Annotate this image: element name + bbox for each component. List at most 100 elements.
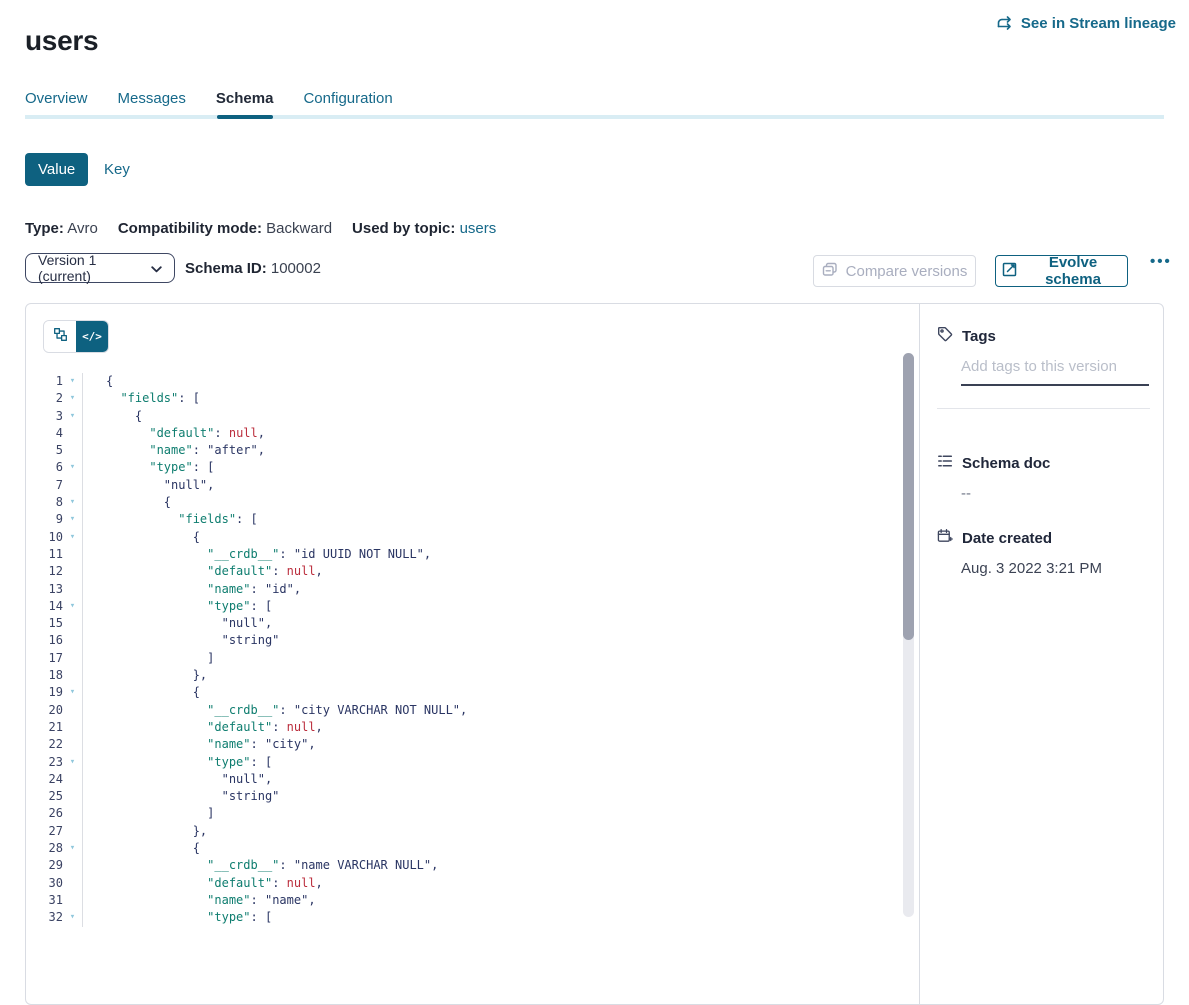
tab-schema[interactable]: Schema	[216, 90, 274, 108]
key-toggle-link[interactable]: Key	[104, 161, 130, 178]
fold-spacer	[63, 771, 83, 788]
code-line: 23▾ "type": [	[27, 754, 887, 771]
code-line-text: "fields": [	[83, 390, 200, 407]
compatibility-value: Backward	[266, 220, 332, 237]
code-line: 14▾ "type": [	[27, 598, 887, 615]
code-line: 25 "string"	[27, 788, 887, 805]
stream-lineage-icon	[997, 16, 1014, 31]
value-toggle-button[interactable]: Value	[25, 153, 88, 186]
date-created-section: Date created Aug. 3 2022 3:21 PM	[937, 528, 1149, 577]
edit-icon	[1002, 262, 1017, 281]
fold-arrow-icon[interactable]: ▾	[63, 390, 83, 407]
line-number: 18	[27, 667, 63, 684]
code-line: 13 "name": "id",	[27, 581, 887, 598]
type-label: Type:	[25, 220, 64, 237]
date-created-heading-row: Date created	[937, 528, 1149, 548]
schema-id-value: 100002	[271, 260, 321, 277]
compare-versions-button[interactable]: Compare versions	[813, 255, 976, 287]
schema-id-label: Schema ID:	[185, 260, 267, 277]
page-title: users	[25, 25, 98, 57]
compare-versions-label: Compare versions	[846, 263, 968, 280]
line-number: 9	[27, 511, 63, 528]
date-created-value: Aug. 3 2022 3:21 PM	[961, 560, 1149, 577]
code-line: 1▾{	[27, 373, 887, 390]
tab-configuration[interactable]: Configuration	[303, 90, 392, 108]
compare-versions-icon	[822, 262, 838, 281]
line-number: 23	[27, 754, 63, 771]
tab-bar: Overview Messages Schema Configuration	[25, 90, 393, 108]
code-line-text: ]	[83, 805, 214, 822]
fold-arrow-icon[interactable]: ▾	[63, 909, 83, 926]
code-line-text: "null",	[83, 771, 272, 788]
line-number: 26	[27, 805, 63, 822]
sidebar-divider	[937, 408, 1150, 409]
tab-underline-track	[25, 115, 1164, 119]
fold-spacer	[63, 615, 83, 632]
code-line-text: {	[83, 373, 113, 390]
editor-scrollbar-track[interactable]	[903, 353, 914, 917]
code-line-text: {	[83, 494, 171, 511]
code-line: 30 "default": null,	[27, 875, 887, 892]
code-view-button[interactable]: </>	[76, 321, 108, 352]
line-number: 20	[27, 702, 63, 719]
fold-arrow-icon[interactable]: ▾	[63, 529, 83, 546]
used-by-topic-field: Used by topic: users	[352, 220, 496, 237]
version-dropdown[interactable]: Version 1 (current)	[25, 253, 175, 283]
topic-link[interactable]: users	[460, 220, 497, 237]
fold-spacer	[63, 702, 83, 719]
code-line-text: "string"	[83, 632, 279, 649]
tags-input[interactable]	[961, 358, 1149, 386]
fold-arrow-icon[interactable]: ▾	[63, 494, 83, 511]
code-line: 16 "string"	[27, 632, 887, 649]
line-number: 7	[27, 477, 63, 494]
code-line: 19▾ {	[27, 684, 887, 701]
code-line-text: "default": null,	[83, 719, 323, 736]
editor-scrollbar-thumb[interactable]	[903, 353, 914, 640]
code-line-text: "__crdb__": "name VARCHAR NULL",	[83, 857, 438, 874]
code-line: 11 "__crdb__": "id UUID NOT NULL",	[27, 546, 887, 563]
fold-arrow-icon[interactable]: ▾	[63, 754, 83, 771]
see-in-stream-lineage-link[interactable]: See in Stream lineage	[997, 15, 1176, 32]
code-line: 28▾ {	[27, 840, 887, 857]
fold-arrow-icon[interactable]: ▾	[63, 511, 83, 528]
date-created-heading: Date created	[962, 530, 1052, 547]
fold-arrow-icon[interactable]: ▾	[63, 598, 83, 615]
schema-editor: </> 1▾{2▾ "fields": [3▾ {4 "default": nu…	[26, 304, 919, 1004]
code-line: 32▾ "type": [	[27, 909, 887, 926]
fold-arrow-icon[interactable]: ▾	[63, 459, 83, 476]
fold-spacer	[63, 875, 83, 892]
fold-arrow-icon[interactable]: ▾	[63, 684, 83, 701]
line-number: 13	[27, 581, 63, 598]
code-line-text: "null",	[83, 477, 214, 494]
code-line: 21 "default": null,	[27, 719, 887, 736]
line-number: 10	[27, 529, 63, 546]
active-tab-indicator	[217, 115, 273, 119]
code-line: 10▾ {	[27, 529, 887, 546]
code-line: 20 "__crdb__": "city VARCHAR NOT NULL",	[27, 702, 887, 719]
fold-arrow-icon[interactable]: ▾	[63, 840, 83, 857]
lineage-link-label: See in Stream lineage	[1021, 15, 1176, 32]
view-mode-toggle: </>	[43, 320, 109, 353]
version-dropdown-value: Version 1 (current)	[38, 252, 151, 284]
line-number: 3	[27, 408, 63, 425]
more-actions-button[interactable]: •••	[1144, 252, 1178, 271]
line-number: 15	[27, 615, 63, 632]
line-number: 2	[27, 390, 63, 407]
tab-overview[interactable]: Overview	[25, 90, 88, 108]
code-lines: 1▾{2▾ "fields": [3▾ {4 "default": null,5…	[27, 373, 887, 927]
tree-view-button[interactable]	[44, 321, 76, 352]
compatibility-field: Compatibility mode: Backward	[118, 220, 332, 237]
tab-messages[interactable]: Messages	[118, 90, 186, 108]
code-line-text: "default": null,	[83, 563, 323, 580]
line-number: 22	[27, 736, 63, 753]
evolve-schema-button[interactable]: Evolve schema	[995, 255, 1128, 287]
fold-spacer	[63, 823, 83, 840]
code-line: 15 "null",	[27, 615, 887, 632]
fold-spacer	[63, 425, 83, 442]
evolve-schema-label: Evolve schema	[1025, 254, 1121, 288]
code-line: 27 },	[27, 823, 887, 840]
code-line-text: "default": null,	[83, 875, 323, 892]
code-line-text: },	[83, 667, 207, 684]
fold-arrow-icon[interactable]: ▾	[63, 373, 83, 390]
fold-arrow-icon[interactable]: ▾	[63, 408, 83, 425]
